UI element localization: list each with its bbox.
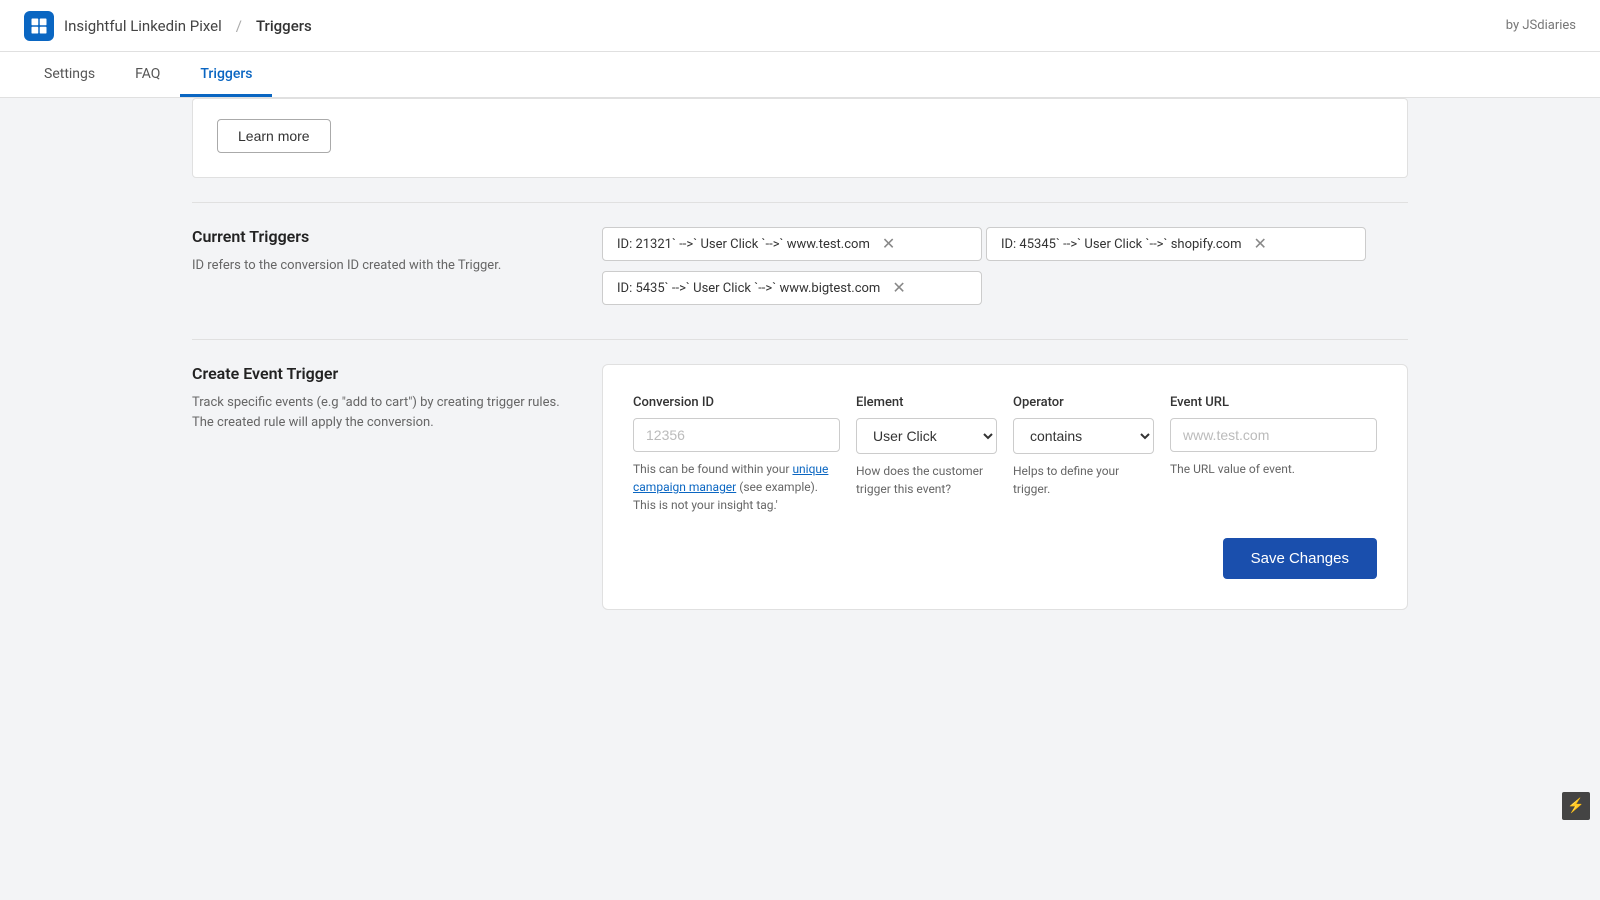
current-triggers-desc: ID refers to the conversion ID created w… — [192, 256, 562, 276]
conversion-id-label: Conversion ID — [633, 395, 840, 410]
breadcrumb-separator: / — [236, 17, 242, 35]
divider-2 — [192, 339, 1408, 340]
trigger-tag-3: ID: 5435` -->` User Click `-->` www.bigt… — [602, 271, 982, 305]
current-triggers-section: Current Triggers ID refers to the conver… — [192, 227, 1408, 315]
event-url-field: Event URL The URL value of event. — [1170, 395, 1377, 514]
app-title: Insightful Linkedin Pixel — [64, 17, 222, 35]
event-trigger-box: Conversion ID This can be found within y… — [602, 364, 1408, 610]
save-changes-button[interactable]: Save Changes — [1223, 538, 1377, 579]
element-label: Element — [856, 395, 997, 410]
operator-select[interactable]: contains equals starts with ends with — [1013, 418, 1154, 454]
main-content: Learn more Current Triggers ID refers to… — [0, 98, 1600, 897]
trigger-tag-1-text: ID: 21321` -->` User Click `-->` www.tes… — [617, 237, 870, 252]
info-card-content: Learn more — [217, 119, 1383, 153]
topbar: Insightful Linkedin Pixel / Triggers by … — [0, 0, 1600, 52]
breadcrumb-current: Triggers — [256, 17, 312, 35]
divider-1 — [192, 202, 1408, 203]
conversion-id-desc: This can be found within your unique cam… — [633, 460, 840, 514]
trigger-tag-3-text: ID: 5435` -->` User Click `-->` www.bigt… — [617, 281, 880, 296]
conversion-id-field: Conversion ID This can be found within y… — [633, 395, 840, 514]
create-trigger-title: Create Event Trigger — [192, 364, 562, 383]
scroll-indicator: ⚡ — [1562, 792, 1590, 820]
save-btn-row: Save Changes — [633, 538, 1377, 579]
create-trigger-desc: Track specific events (e.g "add to cart"… — [192, 393, 562, 432]
app-logo — [24, 11, 54, 41]
create-trigger-content: Conversion ID This can be found within y… — [602, 364, 1408, 610]
operator-desc: Helps to define your trigger. — [1013, 462, 1154, 498]
element-select[interactable]: User Click Page View Form Submit — [856, 418, 997, 454]
trigger-form-row: Conversion ID This can be found within y… — [633, 395, 1377, 514]
trigger-tag-1-close[interactable]: ✕ — [882, 236, 895, 252]
tab-triggers[interactable]: Triggers — [180, 52, 272, 97]
current-triggers-label: Current Triggers ID refers to the conver… — [192, 227, 562, 315]
operator-label: Operator — [1013, 395, 1154, 410]
trigger-tag-1: ID: 21321` -->` User Click `-->` www.tes… — [602, 227, 982, 261]
current-triggers-content: ID: 21321` -->` User Click `-->` www.tes… — [602, 227, 1408, 315]
trigger-tag-2-close[interactable]: ✕ — [1254, 236, 1267, 252]
event-url-desc: The URL value of event. — [1170, 460, 1377, 478]
element-desc: How does the customer trigger this event… — [856, 462, 997, 498]
nav-tabs: Settings FAQ Triggers — [0, 52, 1600, 98]
trigger-tag-2: ID: 45345` -->` User Click `-->` shopify… — [986, 227, 1366, 261]
event-url-label: Event URL — [1170, 395, 1377, 410]
conversion-id-input[interactable] — [633, 418, 840, 452]
topbar-author: by JSdiaries — [1506, 18, 1576, 33]
trigger-tag-2-text: ID: 45345` -->` User Click `-->` shopify… — [1001, 237, 1242, 252]
learn-more-button[interactable]: Learn more — [217, 119, 331, 153]
info-card: Learn more — [192, 98, 1408, 178]
event-url-input[interactable] — [1170, 418, 1377, 452]
create-trigger-label: Create Event Trigger Track specific even… — [192, 364, 562, 610]
topbar-left: Insightful Linkedin Pixel / Triggers — [24, 11, 312, 41]
create-trigger-section: Create Event Trigger Track specific even… — [192, 364, 1408, 610]
operator-field: Operator contains equals starts with end… — [1013, 395, 1154, 514]
tab-settings[interactable]: Settings — [24, 52, 115, 97]
conversion-id-desc-text1: This can be found within your — [633, 462, 792, 476]
element-field: Element User Click Page View Form Submit… — [856, 395, 997, 514]
tab-faq[interactable]: FAQ — [115, 52, 180, 97]
trigger-tag-3-close[interactable]: ✕ — [892, 280, 905, 296]
current-triggers-title: Current Triggers — [192, 227, 562, 246]
